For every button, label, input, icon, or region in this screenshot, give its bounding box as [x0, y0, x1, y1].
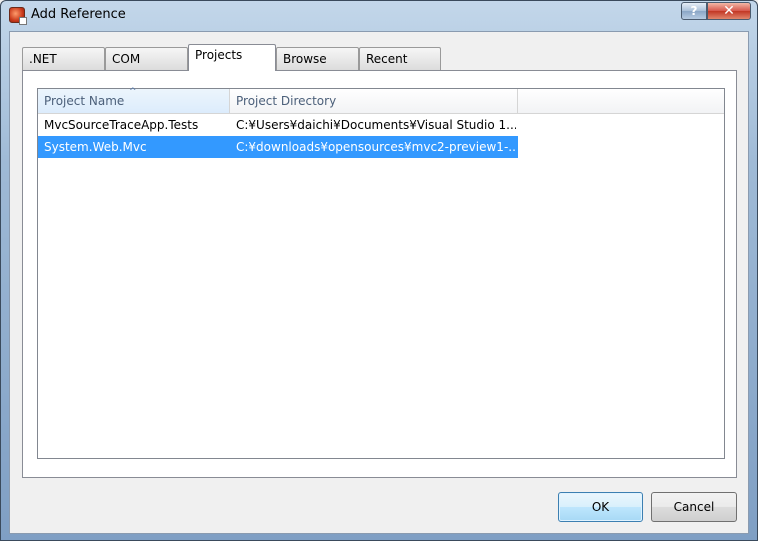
- window-title: Add Reference: [31, 7, 126, 22]
- tab-projects[interactable]: Projects: [188, 44, 276, 71]
- tab-label: Projects: [195, 48, 243, 62]
- column-header-label: Project Name: [44, 94, 125, 108]
- sort-ascending-icon: ^: [129, 87, 137, 97]
- tab-label: Recent: [366, 52, 408, 66]
- column-header-label: Project Directory: [236, 94, 337, 108]
- app-icon: [9, 7, 27, 25]
- tab-browse[interactable]: Browse: [276, 47, 359, 70]
- close-button[interactable]: ✕: [707, 2, 751, 20]
- projects-tab-panel: ^ Project Name Project Directory MvcSour…: [22, 70, 737, 478]
- tab-net[interactable]: .NET: [22, 47, 105, 70]
- project-directory-cell: C:¥Users¥daichi¥Documents¥Visual Studio …: [236, 118, 516, 132]
- project-directory-cell: C:¥downloads¥opensources¥mvc2-preview1-.…: [236, 140, 516, 154]
- title-bar[interactable]: Add Reference ? ✕: [1, 1, 757, 29]
- tab-com[interactable]: COM: [105, 47, 188, 70]
- project-name-cell: MvcSourceTraceApp.Tests: [44, 118, 199, 132]
- projects-list[interactable]: ^ Project Name Project Directory MvcSour…: [37, 87, 725, 459]
- list-item-selected[interactable]: System.Web.Mvc C:¥downloads¥opensources¥…: [38, 136, 518, 158]
- list-header: ^ Project Name Project Directory: [38, 87, 724, 114]
- list-item[interactable]: MvcSourceTraceApp.Tests C:¥Users¥daichi¥…: [38, 114, 518, 136]
- column-header-project-name[interactable]: ^ Project Name: [38, 87, 230, 113]
- cancel-button[interactable]: Cancel: [651, 492, 737, 522]
- column-header-project-directory[interactable]: Project Directory: [230, 89, 518, 113]
- add-reference-dialog: Add Reference ? ✕ .NET COM Projects Brow…: [0, 0, 758, 541]
- ok-button[interactable]: OK: [558, 492, 643, 522]
- tab-recent[interactable]: Recent: [359, 47, 441, 70]
- help-button[interactable]: ?: [681, 2, 707, 20]
- tab-label: Browse: [283, 52, 327, 66]
- tab-label: .NET: [29, 52, 57, 66]
- tab-label: COM: [112, 52, 141, 66]
- project-name-cell: System.Web.Mvc: [44, 140, 147, 154]
- dialog-client-area: .NET COM Projects Browse Recent ^ Projec…: [9, 31, 749, 534]
